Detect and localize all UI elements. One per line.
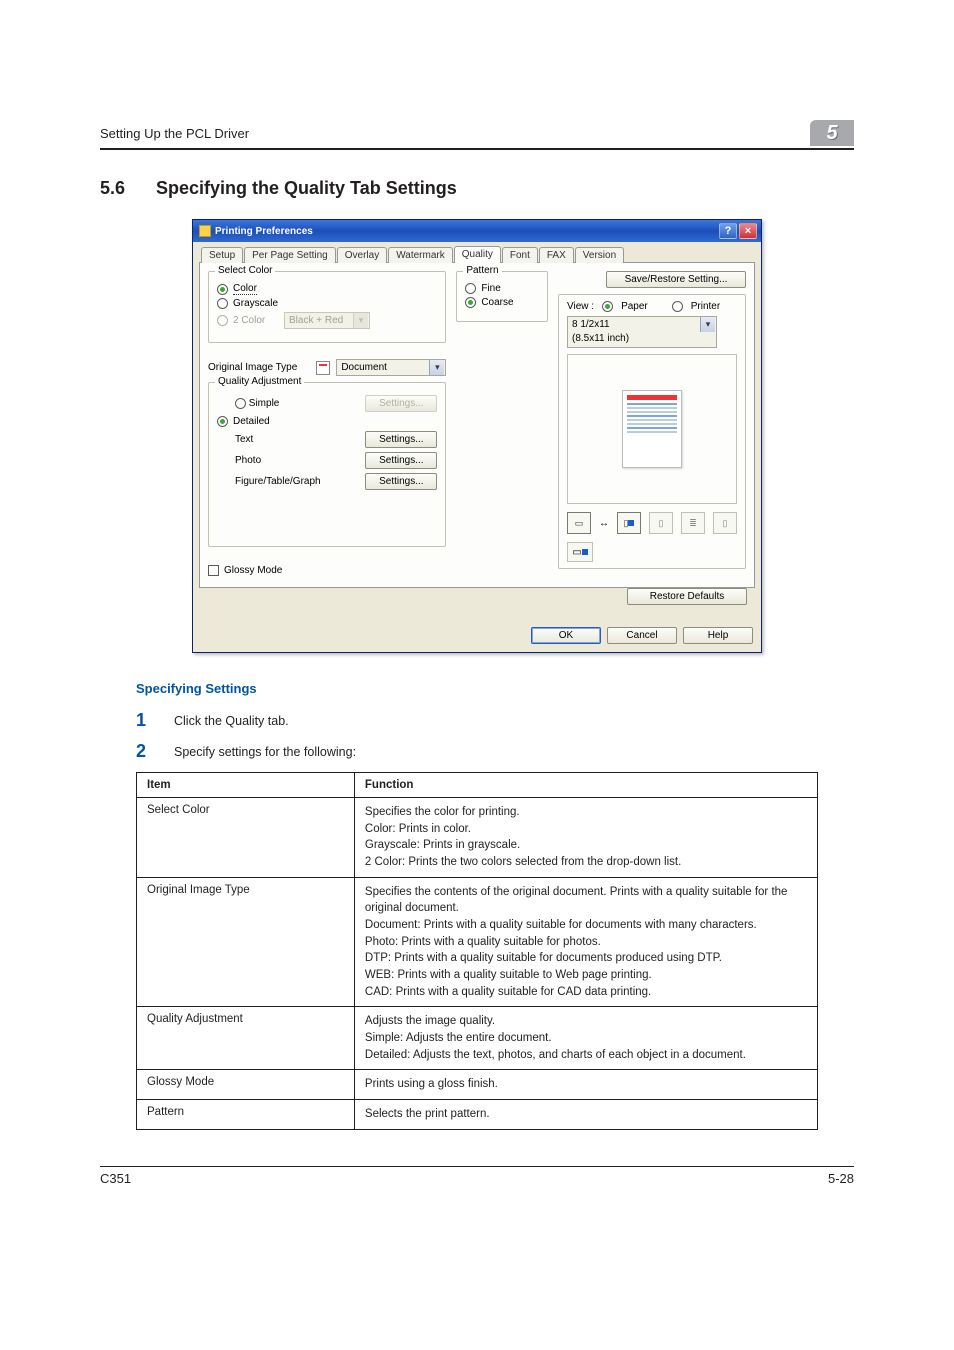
help-button[interactable]: Help bbox=[683, 627, 753, 644]
table-header-function: Function bbox=[354, 773, 817, 798]
dialog-title: Printing Preferences bbox=[215, 226, 313, 237]
radio-grayscale[interactable] bbox=[217, 298, 228, 309]
radio-view-printer-label: Printer bbox=[691, 301, 720, 312]
view-label: View : bbox=[567, 301, 594, 312]
simple-settings-button[interactable]: Settings... bbox=[365, 395, 437, 412]
step-2-text: Specify settings for the following: bbox=[174, 741, 356, 762]
radio-view-printer[interactable] bbox=[672, 301, 683, 312]
radio-detailed[interactable] bbox=[217, 416, 228, 427]
radio-coarse[interactable] bbox=[465, 297, 476, 308]
photo-settings-button[interactable]: Settings... bbox=[365, 452, 437, 469]
qa-text-label: Text bbox=[235, 434, 253, 445]
preview-icon-finisher[interactable]: ▭ bbox=[567, 542, 593, 562]
radio-view-paper[interactable] bbox=[602, 301, 613, 312]
table-row: Select Color Specifies the color for pri… bbox=[137, 798, 818, 878]
qa-figure-label: Figure/Table/Graph bbox=[235, 476, 321, 487]
pattern-group: Pattern Fine Coarse bbox=[456, 271, 548, 322]
table-header-item: Item bbox=[137, 773, 355, 798]
original-image-type-combo[interactable]: Document bbox=[336, 359, 446, 376]
step-2-number: 2 bbox=[136, 741, 156, 762]
tab-watermark[interactable]: Watermark bbox=[388, 247, 453, 263]
text-settings-button[interactable]: Settings... bbox=[365, 431, 437, 448]
quality-adjustment-group-title: Quality Adjustment bbox=[215, 376, 304, 387]
table-row: Quality Adjustment Adjusts the image qua… bbox=[137, 1007, 818, 1070]
save-restore-setting-button[interactable]: Save/Restore Setting... bbox=[606, 271, 746, 288]
qa-photo-label: Photo bbox=[235, 455, 261, 466]
radio-simple[interactable] bbox=[235, 398, 246, 409]
step-1-text: Click the Quality tab. bbox=[174, 710, 289, 731]
pattern-group-title: Pattern bbox=[463, 265, 501, 276]
preview-mode-portrait-icon[interactable]: ▯ bbox=[617, 512, 641, 534]
document-icon bbox=[316, 361, 330, 375]
table-row: Pattern Selects the print pattern. bbox=[137, 1100, 818, 1130]
footer-right: 5-28 bbox=[828, 1171, 854, 1186]
footer-left: C351 bbox=[100, 1171, 131, 1186]
radio-2color-label: 2 Color bbox=[233, 315, 279, 326]
section-heading: 5.6 Specifying the Quality Tab Settings bbox=[100, 178, 854, 199]
step-1-number: 1 bbox=[136, 710, 156, 731]
glossy-mode-label: Glossy Mode bbox=[224, 565, 282, 576]
settings-table: Item Function Select Color Specifies the… bbox=[136, 772, 818, 1130]
ok-button[interactable]: OK bbox=[531, 627, 601, 644]
radio-grayscale-label: Grayscale bbox=[233, 298, 278, 309]
radio-coarse-label: Coarse bbox=[481, 297, 513, 308]
cancel-button[interactable]: Cancel bbox=[607, 627, 677, 644]
running-header: Setting Up the PCL Driver bbox=[100, 126, 249, 141]
restore-defaults-button[interactable]: Restore Defaults bbox=[627, 588, 747, 605]
radio-detailed-label: Detailed bbox=[233, 416, 270, 427]
titlebar-help-button[interactable]: ? bbox=[719, 223, 737, 239]
radio-color-label: Color bbox=[233, 283, 257, 295]
radio-simple-label: Simple bbox=[249, 398, 280, 409]
tab-setup[interactable]: Setup bbox=[201, 247, 243, 263]
specifying-settings-heading: Specifying Settings bbox=[136, 681, 818, 696]
tab-font[interactable]: Font bbox=[502, 247, 538, 263]
preview-mode-landscape-icon[interactable]: ▭ bbox=[567, 512, 591, 534]
radio-view-paper-label: Paper bbox=[621, 301, 648, 312]
original-image-type-label: Original Image Type bbox=[208, 362, 297, 373]
dialog-icon bbox=[199, 225, 211, 237]
tab-quality[interactable]: Quality bbox=[454, 246, 501, 263]
tab-per-page-setting[interactable]: Per Page Setting bbox=[244, 247, 336, 263]
table-row: Original Image Type Specifies the conten… bbox=[137, 877, 818, 1007]
radio-fine-label: Fine bbox=[481, 283, 500, 294]
printing-preferences-dialog: Printing Preferences ? × Setup Per Page … bbox=[192, 219, 762, 653]
preview-icon-lines[interactable]: ≣ bbox=[681, 512, 705, 534]
radio-fine[interactable] bbox=[465, 283, 476, 294]
quality-adjustment-group: Quality Adjustment Simple Settings... bbox=[208, 382, 446, 547]
chapter-badge: 5 bbox=[810, 120, 854, 146]
table-row: Glossy Mode Prints using a gloss finish. bbox=[137, 1070, 818, 1100]
tab-version[interactable]: Version bbox=[575, 247, 624, 263]
preview-icon-duplex[interactable]: ▯ bbox=[649, 512, 673, 534]
glossy-mode-checkbox[interactable] bbox=[208, 565, 219, 576]
radio-color[interactable] bbox=[217, 284, 228, 295]
paper-size-combo[interactable]: 8 1/2x11 (8.5x11 inch) bbox=[567, 316, 717, 348]
preview-icon-page[interactable]: ▯ bbox=[713, 512, 737, 534]
header-rule bbox=[100, 148, 854, 150]
2color-combo[interactable]: Black + Red bbox=[284, 312, 370, 329]
titlebar-close-button[interactable]: × bbox=[739, 223, 757, 239]
paper-preview bbox=[567, 354, 737, 504]
view-group: View : Paper Printer 8 1/2x11 (8.5x11 in… bbox=[558, 294, 746, 569]
tab-fax[interactable]: FAX bbox=[539, 247, 574, 263]
tab-overlay[interactable]: Overlay bbox=[337, 247, 387, 263]
select-color-group: Select Color Color Grayscale bbox=[208, 271, 446, 343]
figure-settings-button[interactable]: Settings... bbox=[365, 473, 437, 490]
select-color-group-title: Select Color bbox=[215, 265, 275, 276]
radio-2color[interactable] bbox=[217, 315, 228, 326]
